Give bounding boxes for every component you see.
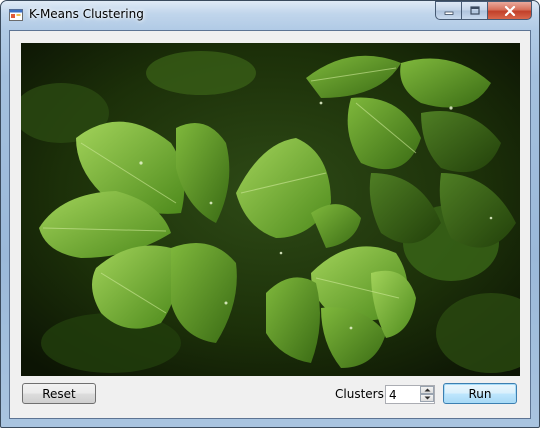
clusters-label: Clusters: (335, 387, 388, 401)
spin-down-button[interactable] (420, 394, 434, 402)
close-button[interactable] (487, 1, 532, 20)
image-display (21, 43, 520, 376)
clusters-numeric-updown[interactable] (385, 385, 435, 404)
maximize-button[interactable] (461, 1, 487, 20)
reset-button[interactable]: Reset (22, 383, 96, 404)
green-leaves-photo (21, 43, 520, 376)
app-window: K-Means Clustering Reset Clusters: 4 Run (0, 0, 540, 428)
title-bar[interactable]: K-Means Clustering (1, 1, 539, 29)
maximize-icon (469, 6, 480, 15)
minimize-icon (444, 11, 453, 15)
close-icon (504, 5, 515, 16)
clusters-input[interactable] (386, 386, 420, 403)
caption-buttons (435, 1, 532, 20)
window-title: K-Means Clustering (29, 7, 144, 21)
run-button[interactable]: Run (443, 383, 517, 404)
app-icon[interactable] (9, 8, 23, 22)
client-area: Reset Clusters: Run (9, 30, 531, 419)
chevron-up-icon (424, 388, 430, 392)
chevron-down-icon (424, 396, 430, 400)
spin-up-button[interactable] (420, 386, 434, 394)
minimize-button[interactable] (435, 1, 461, 20)
